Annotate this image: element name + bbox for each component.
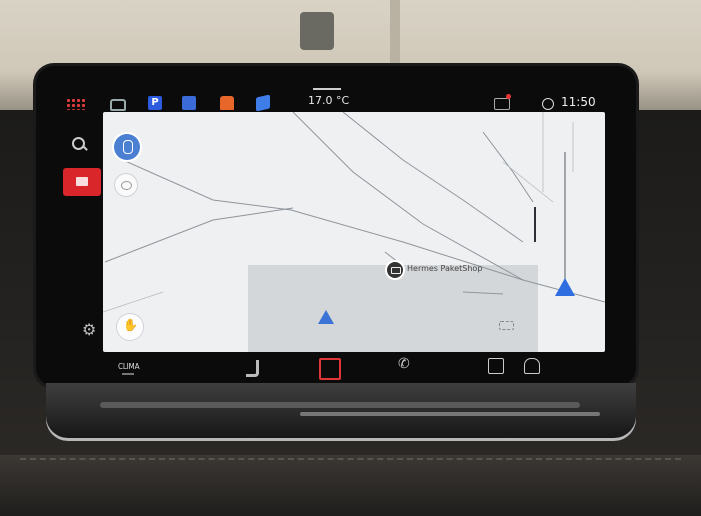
- dashboard-trim: [0, 455, 701, 516]
- rear-defrost-icon[interactable]: [524, 358, 540, 374]
- compass-button[interactable]: [114, 134, 140, 160]
- map-expand-button[interactable]: [497, 318, 515, 332]
- navigation-button[interactable]: [63, 168, 101, 196]
- tag-icon[interactable]: [256, 94, 270, 112]
- bottom-bar: CLIMA: [100, 352, 610, 384]
- apps-grid-icon[interactable]: [66, 98, 86, 110]
- position-arrow-icon: [318, 310, 334, 324]
- notification-dot: [506, 94, 511, 99]
- wall-object: [300, 12, 334, 50]
- vent-slot: [100, 402, 580, 408]
- globe-icon[interactable]: [542, 98, 554, 110]
- parking-icon[interactable]: P: [148, 96, 162, 110]
- search-icon[interactable]: [68, 134, 94, 160]
- outside-temperature: 17.0 °C: [308, 94, 350, 107]
- temperature-divider: [313, 88, 341, 90]
- dashboard-stitching: [20, 458, 681, 462]
- mail-icon[interactable]: [494, 98, 510, 110]
- clima-button[interactable]: CLIMA: [118, 362, 139, 371]
- food-icon[interactable]: [220, 96, 234, 110]
- map-view[interactable]: Hermes PaketShop: [103, 112, 605, 352]
- clock: 11:50: [561, 95, 596, 109]
- vehicle-position-icon: [555, 278, 575, 296]
- map-roads: [103, 112, 605, 313]
- navigation-icon: [76, 177, 88, 186]
- map-layers-button[interactable]: [115, 174, 137, 196]
- poi-label[interactable]: Hermes PaketShop: [407, 264, 482, 273]
- front-defrost-icon[interactable]: [488, 358, 504, 374]
- seat-icon[interactable]: [246, 360, 259, 377]
- poi-mail-icon[interactable]: [387, 262, 403, 278]
- phone-icon[interactable]: [398, 356, 410, 373]
- car-icon[interactable]: [110, 99, 126, 111]
- building-icon[interactable]: [182, 96, 196, 110]
- gesture-hand-button[interactable]: [117, 314, 143, 340]
- clima-indicator: [122, 373, 134, 375]
- slider-strip[interactable]: [300, 412, 600, 416]
- home-icon[interactable]: [319, 358, 341, 380]
